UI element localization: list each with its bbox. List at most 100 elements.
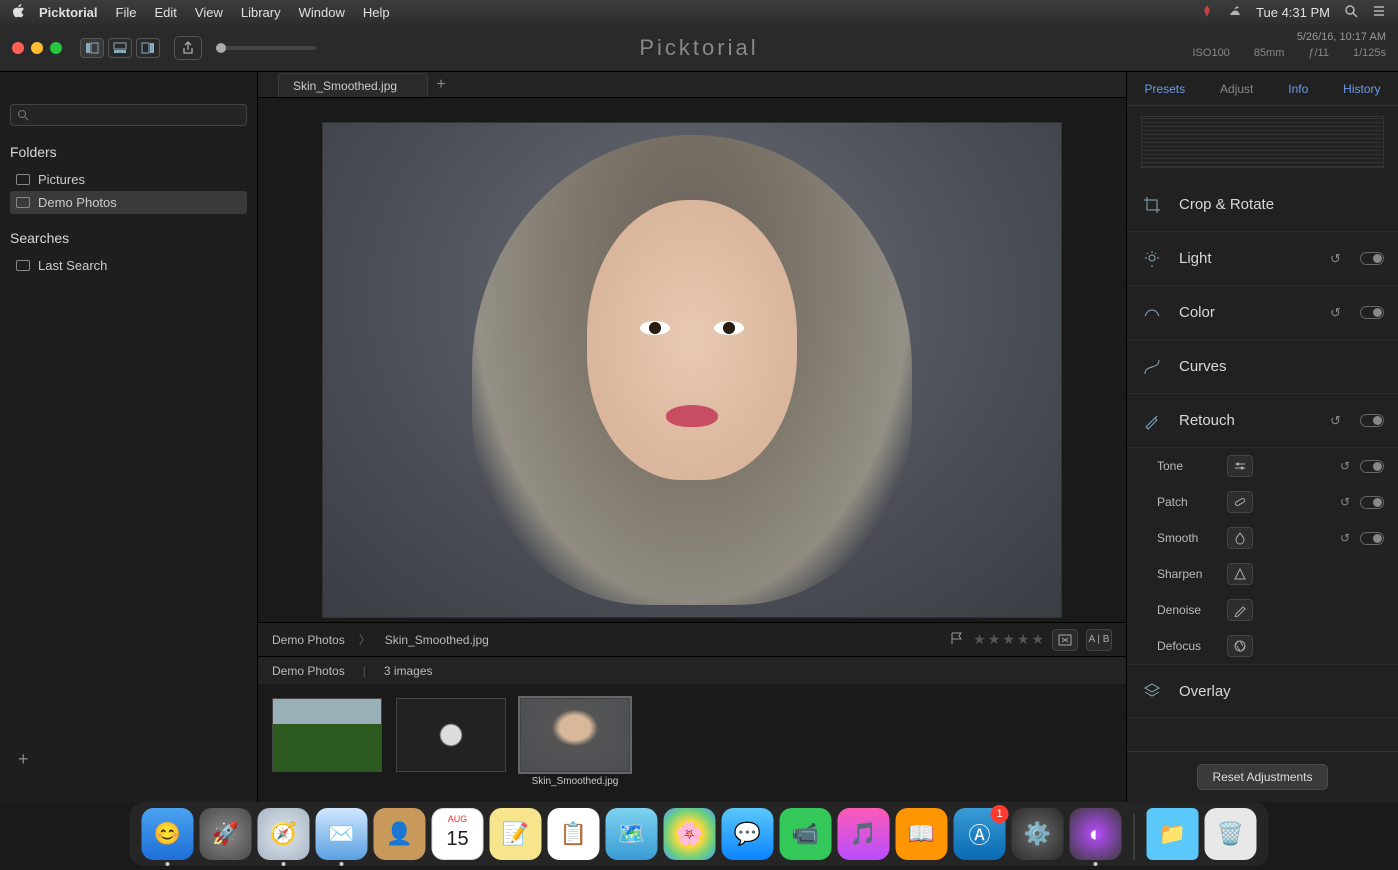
star-icon[interactable]: ★ — [988, 631, 1001, 648]
folder-icon — [16, 197, 30, 208]
spotlight-icon[interactable] — [1344, 4, 1358, 21]
status-icon-2[interactable] — [1228, 4, 1242, 21]
retouch-defocus[interactable]: Defocus — [1127, 628, 1398, 664]
tab-history[interactable]: History — [1343, 82, 1380, 96]
reset-icon[interactable]: ↺ — [1340, 495, 1350, 509]
breadcrumb-file[interactable]: Skin_Smoothed.jpg — [385, 633, 489, 647]
filmstrip-header: Demo Photos | 3 images — [258, 656, 1126, 684]
dock-notes[interactable]: 📝 — [490, 808, 542, 860]
menu-edit[interactable]: Edit — [154, 5, 176, 20]
dock-contacts[interactable]: 👤 — [374, 808, 426, 860]
tab-info[interactable]: Info — [1288, 82, 1308, 96]
reset-icon[interactable]: ↺ — [1340, 459, 1350, 473]
folder-demo-photos[interactable]: Demo Photos — [10, 191, 247, 214]
app-name[interactable]: Picktorial — [39, 5, 98, 20]
dock-appstore[interactable]: Ⓐ1 — [954, 808, 1006, 860]
retouch-smooth[interactable]: Smooth ↺ — [1127, 520, 1398, 556]
minimize-window-button[interactable] — [31, 42, 43, 54]
zoom-slider[interactable] — [216, 46, 316, 50]
aperture-icon[interactable] — [1227, 635, 1253, 657]
share-button[interactable] — [174, 36, 202, 60]
sliders-icon[interactable] — [1227, 455, 1253, 477]
bandage-icon[interactable] — [1227, 491, 1253, 513]
retouch-tone[interactable]: Tone ↺ — [1127, 448, 1398, 484]
dock-mail[interactable]: ✉️ — [316, 808, 368, 860]
retouch-denoise[interactable]: Denoise — [1127, 592, 1398, 628]
toggle-switch[interactable] — [1360, 414, 1384, 427]
folder-label: Demo Photos — [38, 195, 117, 210]
thumbnail[interactable] — [272, 698, 382, 772]
menu-window[interactable]: Window — [299, 5, 345, 20]
toggle-switch[interactable] — [1360, 306, 1384, 319]
add-tab-button[interactable]: + — [428, 73, 454, 97]
tab-presets[interactable]: Presets — [1144, 82, 1185, 96]
dock-messages[interactable]: 💬 — [722, 808, 774, 860]
thumbnail-selected[interactable]: Skin_Smoothed.jpg — [520, 698, 630, 772]
flag-icon[interactable] — [949, 631, 965, 648]
reset-adjustments-button[interactable]: Reset Adjustments — [1197, 764, 1327, 790]
adj-color[interactable]: Color ↺ — [1127, 286, 1398, 340]
rating-stars[interactable]: ★ ★ ★ ★ ★ — [973, 631, 1044, 648]
toggle-switch[interactable] — [1360, 460, 1384, 473]
apple-menu-icon[interactable] — [12, 4, 25, 21]
adj-crop-rotate[interactable]: Crop & Rotate — [1127, 178, 1398, 232]
menubar-clock[interactable]: Tue 4:31 PM — [1256, 5, 1330, 20]
menu-view[interactable]: View — [195, 5, 223, 20]
notification-center-icon[interactable] — [1372, 4, 1386, 21]
breadcrumb-folder[interactable]: Demo Photos — [272, 633, 345, 647]
dock-maps[interactable]: 🗺️ — [606, 808, 658, 860]
status-icon-1[interactable] — [1200, 4, 1214, 21]
image-canvas[interactable] — [258, 98, 1126, 622]
menu-library[interactable]: Library — [241, 5, 281, 20]
layout-right-button[interactable] — [136, 38, 160, 58]
adj-overlay[interactable]: Overlay — [1127, 664, 1398, 718]
layout-bottom-button[interactable] — [108, 38, 132, 58]
dock-launchpad[interactable]: 🚀 — [200, 808, 252, 860]
reset-icon[interactable]: ↺ — [1330, 305, 1344, 321]
dock-picktorial[interactable]: ◐ — [1070, 808, 1122, 860]
star-icon[interactable]: ★ — [1002, 631, 1015, 648]
layout-left-button[interactable] — [80, 38, 104, 58]
menu-help[interactable]: Help — [363, 5, 390, 20]
dock-facetime[interactable]: 📹 — [780, 808, 832, 860]
menu-file[interactable]: File — [116, 5, 137, 20]
dock-safari[interactable]: 🧭 — [258, 808, 310, 860]
tab-adjust[interactable]: Adjust — [1220, 82, 1253, 96]
reset-icon[interactable]: ↺ — [1340, 531, 1350, 545]
adj-curves[interactable]: Curves — [1127, 340, 1398, 394]
toggle-switch[interactable] — [1360, 252, 1384, 265]
dock-itunes[interactable]: 🎵 — [838, 808, 890, 860]
retouch-patch[interactable]: Patch ↺ — [1127, 484, 1398, 520]
add-folder-button[interactable]: + — [18, 749, 29, 770]
fit-button[interactable] — [1052, 629, 1078, 651]
star-icon[interactable]: ★ — [1017, 631, 1030, 648]
star-icon[interactable]: ★ — [1031, 631, 1044, 648]
dock-preferences[interactable]: ⚙️ — [1012, 808, 1064, 860]
toggle-switch[interactable] — [1360, 532, 1384, 545]
drop-icon[interactable] — [1227, 527, 1253, 549]
document-tab[interactable]: Skin_Smoothed.jpg — [278, 73, 428, 97]
reset-icon[interactable]: ↺ — [1330, 413, 1344, 429]
thumbnail[interactable] — [396, 698, 506, 772]
dock-reminders[interactable]: 📋 — [548, 808, 600, 860]
dock-photos[interactable]: 🌸 — [664, 808, 716, 860]
star-icon[interactable]: ★ — [973, 631, 986, 648]
dock-trash[interactable]: 🗑️ — [1205, 808, 1257, 860]
close-window-button[interactable] — [12, 42, 24, 54]
dock-finder[interactable]: 😊 — [142, 808, 194, 860]
search-input[interactable] — [10, 104, 247, 126]
reset-icon[interactable]: ↺ — [1330, 251, 1344, 267]
retouch-sharpen[interactable]: Sharpen — [1127, 556, 1398, 592]
search-last-search[interactable]: Last Search — [10, 254, 247, 277]
triangle-icon[interactable] — [1227, 563, 1253, 585]
folder-pictures[interactable]: Pictures — [10, 168, 247, 191]
fullscreen-window-button[interactable] — [50, 42, 62, 54]
adj-light[interactable]: Light ↺ — [1127, 232, 1398, 286]
toggle-switch[interactable] — [1360, 496, 1384, 509]
dock-calendar[interactable]: AUG15 — [432, 808, 484, 860]
dock-downloads[interactable]: 📁 — [1147, 808, 1199, 860]
brush-icon[interactable] — [1227, 599, 1253, 621]
dock-ibooks[interactable]: 📖 — [896, 808, 948, 860]
adj-retouch[interactable]: Retouch ↺ — [1127, 394, 1398, 448]
compare-button[interactable]: A | B — [1086, 629, 1112, 651]
